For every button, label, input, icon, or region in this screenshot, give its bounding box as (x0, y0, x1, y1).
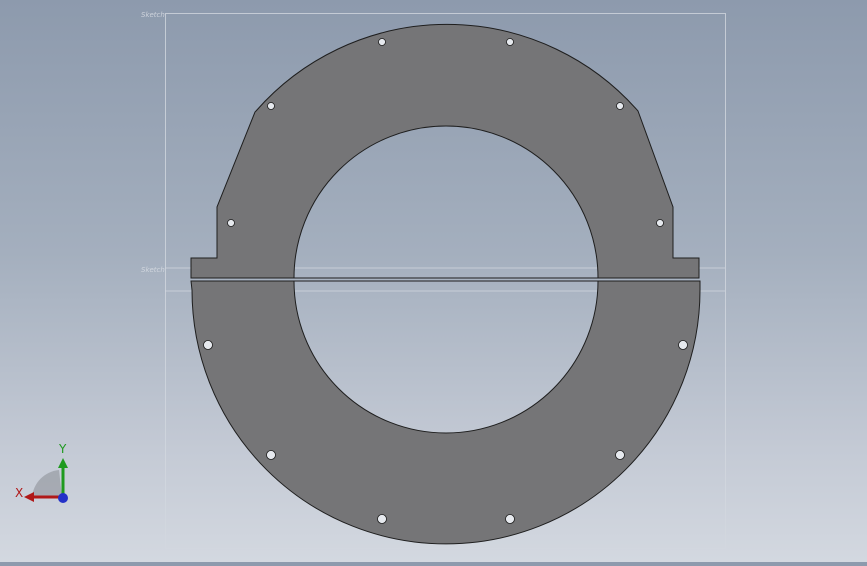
orientation-triad[interactable]: Y X (12, 440, 76, 510)
bolt-hole (266, 450, 276, 460)
z-axis-dot-icon (58, 493, 68, 503)
x-axis-label: X (15, 486, 24, 500)
bolt-hole (227, 219, 235, 227)
bolt-hole (678, 340, 688, 350)
bolt-hole (378, 38, 386, 46)
bolt-hole (615, 450, 625, 460)
graphics-viewport[interactable]: Sketch Sketch Y X (0, 0, 867, 562)
bolt-hole (616, 102, 624, 110)
y-axis-arrow-icon (58, 458, 68, 468)
upper-clamp-half[interactable] (190, 24, 700, 279)
bolt-hole (505, 514, 515, 524)
bolt-hole (377, 514, 387, 524)
bolt-hole (656, 219, 664, 227)
lower-clamp-half[interactable] (190, 280, 701, 545)
x-axis-arrow-icon (24, 492, 34, 502)
bolt-hole (203, 340, 213, 350)
front-plane-label: Sketch (141, 266, 165, 274)
top-plane-label: Sketch (141, 11, 165, 19)
triad-plane-shading (32, 470, 62, 497)
bolt-hole (506, 38, 514, 46)
model-canvas[interactable] (0, 0, 867, 562)
y-axis-label: Y (59, 442, 67, 456)
bolt-hole (267, 102, 275, 110)
